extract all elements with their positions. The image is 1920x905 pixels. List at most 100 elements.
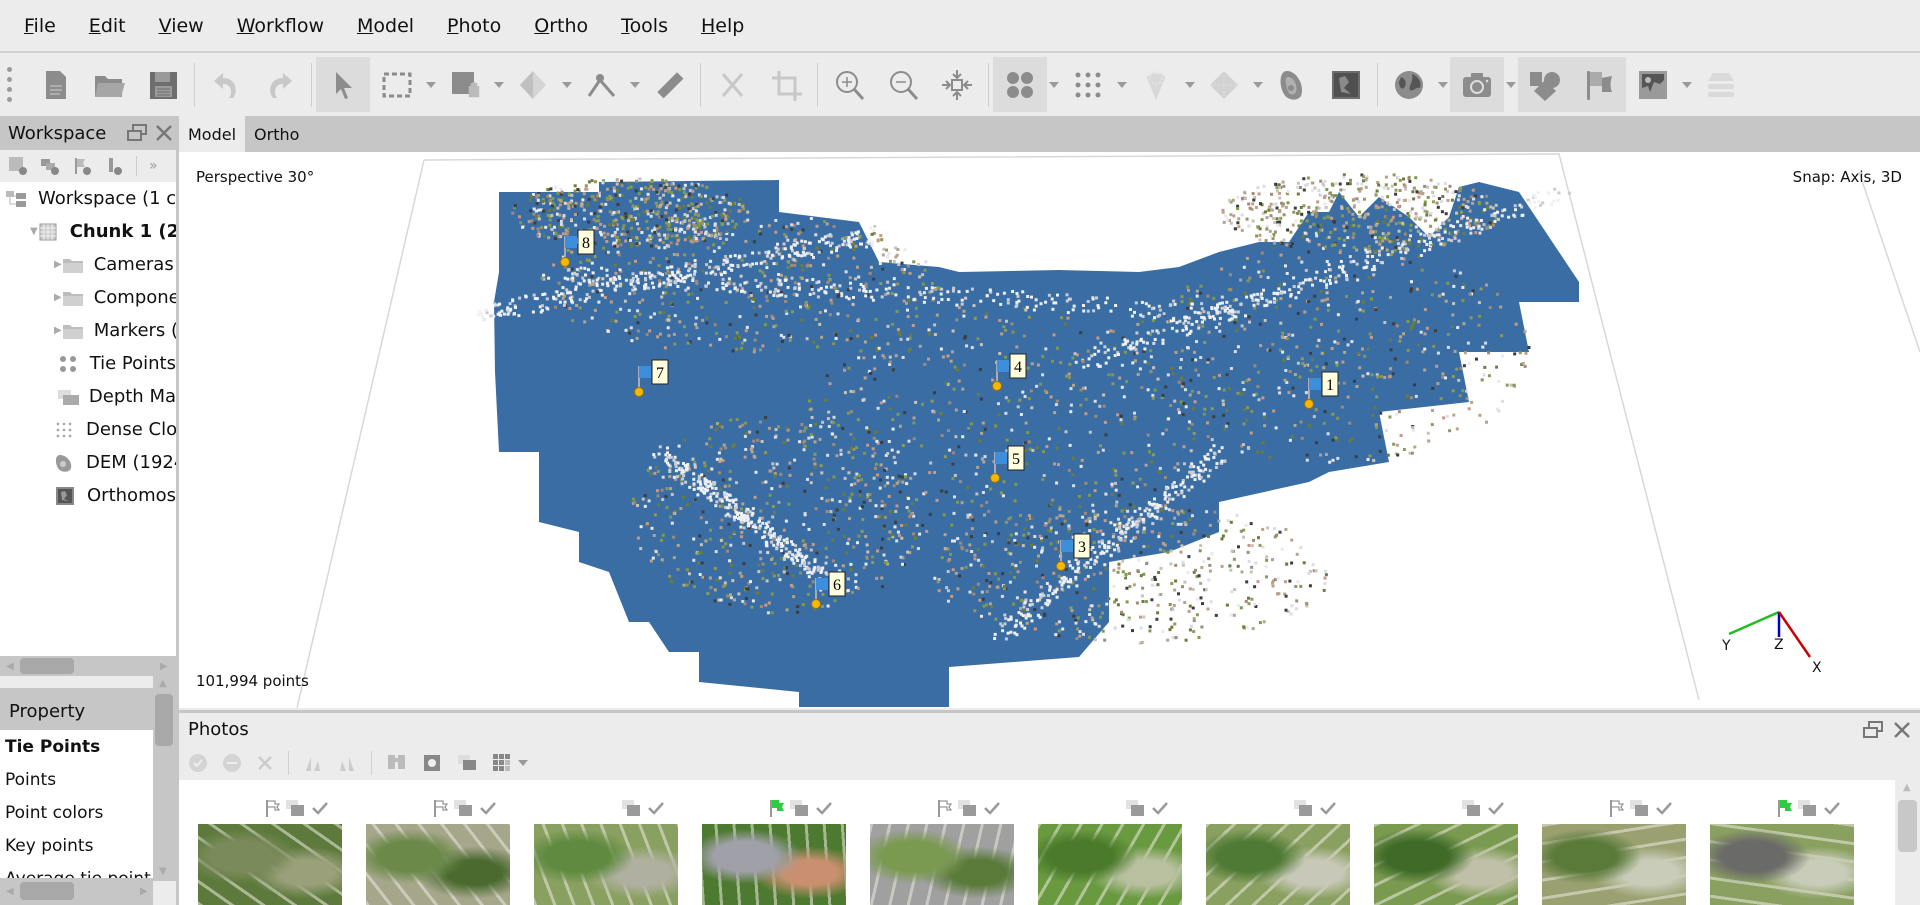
tree-item[interactable]: DEM (1924: [0, 446, 176, 479]
model-shaded-button[interactable]: [1129, 57, 1183, 112]
menu-workflow[interactable]: Workflow: [237, 15, 324, 37]
property-vertical-scrollbar[interactable]: ▲ ▼: [153, 676, 176, 881]
depth-overlay-icon[interactable]: [456, 753, 478, 773]
rotate-right-icon[interactable]: [303, 753, 323, 773]
draw-polyline-button[interactable]: [574, 57, 628, 112]
dem-button[interactable]: [1265, 57, 1319, 112]
scroll-left-arrow-icon[interactable]: ◀: [6, 661, 14, 672]
tie-points-dropdown-arrow-icon[interactable]: [1047, 57, 1061, 112]
tiled-model-button[interactable]: [1197, 57, 1251, 112]
save-button[interactable]: [136, 57, 190, 112]
disable-cameras-icon[interactable]: [222, 753, 242, 773]
property-row[interactable]: Key points: [0, 829, 153, 862]
masks-icon[interactable]: [422, 753, 442, 773]
crop-selection-button[interactable]: [759, 57, 813, 112]
remove-cameras-icon[interactable]: [256, 754, 274, 772]
property-horizontal-scrollbar[interactable]: ◀ ▶: [0, 878, 153, 905]
tree-item[interactable]: Orthomos: [0, 479, 176, 512]
menu-file[interactable]: File: [24, 15, 56, 37]
move-region-button[interactable]: [506, 57, 560, 112]
scrollbar-thumb[interactable]: [1898, 800, 1917, 852]
menu-model[interactable]: Model: [357, 15, 414, 37]
view-mode-grid-icon[interactable]: [492, 753, 512, 773]
redo-button[interactable]: [253, 57, 307, 112]
globe-button[interactable]: [1382, 57, 1436, 112]
delete-selection-button[interactable]: [705, 57, 759, 112]
photo-thumbnail-card[interactable]: [179, 780, 347, 905]
photo-thumbnail-card[interactable]: [1019, 780, 1187, 905]
toolbar-grip[interactable]: [4, 65, 14, 105]
photo-thumbnail-card[interactable]: [1355, 780, 1523, 905]
draw-polyline-dropdown-arrow-icon[interactable]: [628, 57, 642, 112]
model-viewport[interactable]: 8 7 4 1 5 3 6 Perspective 30° Snap: Axis, 3D 1…: [179, 152, 1920, 708]
undo-button[interactable]: [199, 57, 253, 112]
move-object-button[interactable]: [438, 57, 492, 112]
workspace-horizontal-scrollbar[interactable]: ◀ ▶: [0, 656, 176, 676]
property-row[interactable]: Average tie point m: [0, 862, 153, 879]
tab-ortho[interactable]: Ortho: [245, 116, 308, 152]
rotate-left-icon[interactable]: [337, 753, 357, 773]
tree-item[interactable]: Depth Ma: [0, 380, 176, 413]
zoom-out-button[interactable]: [876, 57, 930, 112]
rectangle-selection-button[interactable]: [370, 57, 424, 112]
photos-vertical-scrollbar[interactable]: ▲: [1895, 780, 1920, 905]
close-panel-icon[interactable]: [154, 123, 174, 143]
navigation-button[interactable]: [316, 57, 370, 112]
menu-view[interactable]: View: [159, 15, 204, 37]
expand-arrow-icon[interactable]: ▶: [54, 259, 62, 270]
property-row[interactable]: Tie Points: [0, 730, 153, 763]
photo-thumbnail-card[interactable]: [515, 780, 683, 905]
property-column-header[interactable]: Property: [0, 688, 155, 734]
move-region-dropdown-arrow-icon[interactable]: [560, 57, 574, 112]
scrollbar-thumb[interactable]: [155, 694, 173, 746]
zoom-in-button[interactable]: [822, 57, 876, 112]
add-marker-icon[interactable]: [72, 156, 92, 176]
collapse-arrow-icon[interactable]: ▼: [30, 226, 38, 237]
tree-item[interactable]: Workspace (1 chu: [0, 182, 176, 215]
menu-tools[interactable]: Tools: [621, 15, 668, 37]
photo-thumbnail-card[interactable]: [1691, 780, 1859, 905]
menu-photo[interactable]: Photo: [447, 15, 501, 37]
property-row[interactable]: Point colors: [0, 796, 153, 829]
tree-item[interactable]: ▶ Markers (7: [0, 314, 176, 347]
expand-arrow-icon[interactable]: ▶: [54, 292, 62, 303]
menu-ortho[interactable]: Ortho: [534, 15, 588, 37]
scroll-right-arrow-icon[interactable]: ▶: [160, 661, 168, 672]
dense-cloud-button[interactable]: [1061, 57, 1115, 112]
scrollbar-thumb[interactable]: [20, 882, 74, 900]
show-cameras-dropdown-arrow-icon[interactable]: [1504, 57, 1518, 112]
new-button[interactable]: [28, 57, 82, 112]
scroll-down-arrow-icon[interactable]: ▼: [159, 866, 167, 877]
ruler-button[interactable]: [642, 57, 696, 112]
show-images-dropdown-arrow-icon[interactable]: [1680, 57, 1694, 112]
view-mode-dropdown-icon[interactable]: [518, 760, 528, 766]
menu-help[interactable]: Help: [701, 15, 744, 37]
more-tools-chevron-icon[interactable]: »: [149, 158, 158, 174]
enable-cameras-icon[interactable]: [188, 753, 208, 773]
tab-model[interactable]: Model: [179, 116, 246, 152]
scene-canvas[interactable]: 8 7 4 1 5 3 6: [179, 152, 1920, 708]
close-panel-icon[interactable]: [1892, 720, 1912, 740]
photo-thumbnail-card[interactable]: [683, 780, 851, 905]
tiled-model-dropdown-arrow-icon[interactable]: [1251, 57, 1265, 112]
dense-cloud-dropdown-arrow-icon[interactable]: [1115, 57, 1129, 112]
open-button[interactable]: [82, 57, 136, 112]
add-photos-icon[interactable]: [40, 156, 60, 176]
float-panel-icon[interactable]: [1862, 720, 1884, 739]
photo-thumbnail-card[interactable]: [1523, 780, 1691, 905]
model-shaded-dropdown-arrow-icon[interactable]: [1183, 57, 1197, 112]
tree-item[interactable]: ▶ Compone: [0, 281, 176, 314]
scrollbar-thumb[interactable]: [20, 658, 74, 674]
globe-dropdown-arrow-icon[interactable]: [1436, 57, 1450, 112]
show-images-button[interactable]: [1626, 57, 1680, 112]
add-chunk-icon[interactable]: [8, 156, 28, 176]
add-scalebar-icon[interactable]: [104, 156, 124, 176]
tree-item[interactable]: ▼ Chunk 1 (257: [0, 215, 176, 248]
filter-by-marker-icon[interactable]: [386, 752, 408, 774]
photo-thumbnail-card[interactable]: [347, 780, 515, 905]
scroll-up-arrow-icon[interactable]: ▲: [159, 678, 167, 689]
rectangle-selection-dropdown-arrow-icon[interactable]: [424, 57, 438, 112]
tree-item[interactable]: Tie Points: [0, 347, 176, 380]
photo-thumbnail-card[interactable]: [851, 780, 1019, 905]
layers-button[interactable]: [1694, 57, 1748, 112]
